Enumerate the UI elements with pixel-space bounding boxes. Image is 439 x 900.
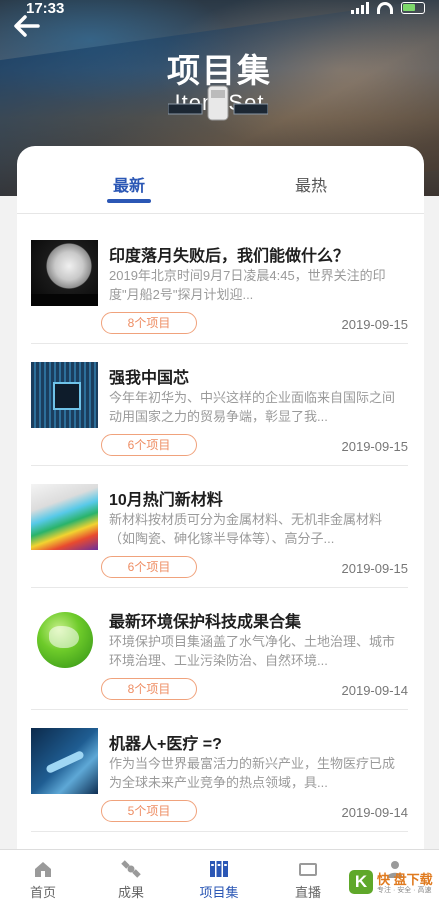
arrow-left-icon <box>14 15 40 37</box>
content-card: 最新 最热 印度落月失败后，我们能做什么？ 2019年北京时间9月7日凌晨4:4… <box>17 146 424 866</box>
battery-icon <box>401 2 425 14</box>
nav-label: 首页 <box>29 885 56 900</box>
robot-medical-image <box>31 728 98 794</box>
tv-icon <box>299 863 317 876</box>
item-date: 2019-09-15 <box>341 439 409 454</box>
item-title: 最新环境保护科技成果合集 <box>109 614 302 631</box>
nav-results[interactable]: 成果 <box>96 850 166 900</box>
list-item[interactable]: 印度落月失败后，我们能做什么？ 2019年北京时间9月7日凌晨4:45，世界关注… <box>31 222 408 344</box>
nav-label: 项目集 <box>199 885 239 900</box>
project-count-badge[interactable]: 6个项目 <box>101 556 197 578</box>
nav-home[interactable]: 首页 <box>8 850 78 900</box>
item-date: 2019-09-14 <box>341 805 409 820</box>
list-item[interactable]: 10月热门新材料 新材料按材质可分为金属材料、无机非金属材料（如陶瓷、砷化镓半导… <box>31 466 408 588</box>
item-desc: 新材料按材质可分为金属材料、无机非金属材料（如陶瓷、砷化镓半导体等）、高分子..… <box>109 512 383 546</box>
list-item[interactable]: 强我中国芯 今年年初华为、中兴这样的企业面临来自国际之间动用国家之力的贸易争端，… <box>31 344 408 466</box>
tab-latest[interactable]: 最新 <box>113 172 145 196</box>
nav-projects[interactable]: 项目集 <box>184 850 254 900</box>
back-button[interactable] <box>12 14 44 42</box>
item-desc: 2019年北京时间9月7日凌晨4:45，世界关注的印度"月船2号"探月计划迎..… <box>109 268 386 302</box>
item-date: 2019-09-15 <box>341 317 409 332</box>
list-item[interactable]: 机器人+医疗 =? 作为当今世界最富活力的新兴产业，生物医疗已成为全球未来产业竞… <box>31 710 408 832</box>
item-title: 强我中国芯 <box>109 370 190 387</box>
nav-label: 成果 <box>117 885 144 900</box>
home-icon <box>35 862 51 877</box>
tab-hot[interactable]: 最热 <box>295 172 327 196</box>
project-count-badge[interactable]: 5个项目 <box>101 800 197 822</box>
project-count-badge[interactable]: 8个项目 <box>101 678 197 700</box>
satellite-icon <box>121 860 141 878</box>
item-title: 机器人+医疗 =? <box>109 736 222 753</box>
chip-image <box>31 362 98 428</box>
satellite-icon <box>168 85 268 121</box>
nav-live[interactable]: 直播 <box>273 850 343 900</box>
tab-indicator <box>107 199 151 203</box>
project-count-badge[interactable]: 8个项目 <box>101 312 197 334</box>
item-title: 10月热门新材料 <box>109 492 223 509</box>
watermark-mark: K <box>349 870 373 894</box>
item-desc: 环境保护项目集涵盖了水气净化、土地治理、城市环境治理、工业污染防治、自然环境..… <box>109 634 396 668</box>
project-count-badge[interactable]: 6个项目 <box>101 434 197 456</box>
watermark-logo: K 快 盘下载 专注 · 安全 · 高速 <box>347 868 437 898</box>
status-icons <box>351 2 425 14</box>
globe-image <box>31 606 98 672</box>
item-date: 2019-09-15 <box>341 561 409 576</box>
signal-icon <box>351 2 369 14</box>
material-image <box>31 484 98 550</box>
nav-label: 直播 <box>294 885 321 900</box>
books-icon <box>210 861 228 877</box>
item-desc: 今年年初华为、中兴这样的企业面临来自国际之间动用国家之力的贸易争端，彰显了我..… <box>109 390 396 424</box>
item-date: 2019-09-14 <box>341 683 409 698</box>
item-title: 印度落月失败后，我们能做什么？ <box>109 248 350 265</box>
tab-bar: 最新 最热 <box>17 146 424 214</box>
item-desc: 作为当今世界最富活力的新兴产业，生物医疗已成为全球未来产业竞争的热点领域，具..… <box>109 756 396 790</box>
watermark-subtext: 专注 · 安全 · 高速 <box>377 887 432 894</box>
wifi-icon <box>377 2 393 14</box>
list-item[interactable]: 最新环境保护科技成果合集 环境保护项目集涵盖了水气净化、土地治理、城市环境治理、… <box>31 588 408 710</box>
moon-image <box>31 240 98 306</box>
status-bar: 17:33 <box>0 0 439 20</box>
